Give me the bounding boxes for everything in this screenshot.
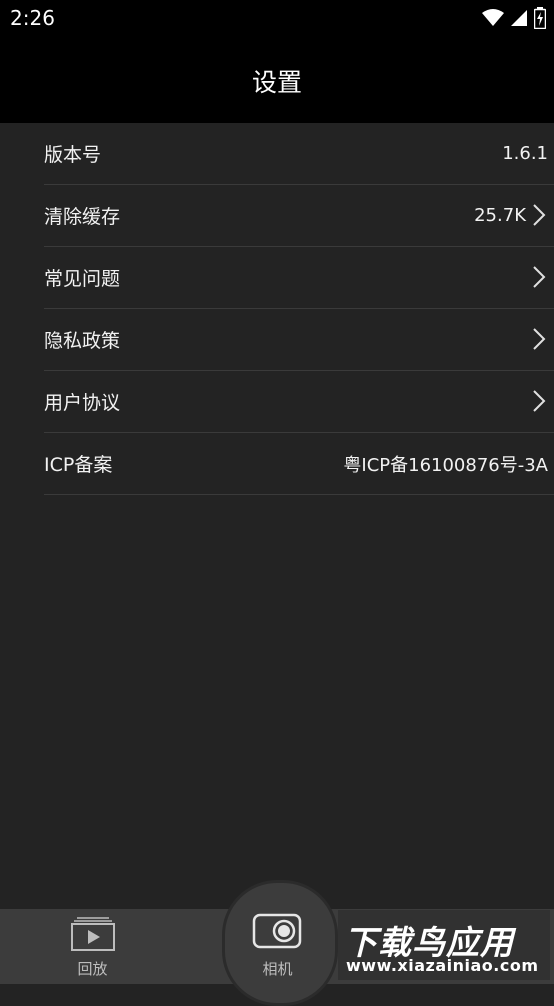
settings-item-value: 25.7K bbox=[474, 205, 526, 226]
camera-icon bbox=[252, 913, 302, 949]
settings-item-privacy-policy[interactable]: 隐私政策 bbox=[44, 309, 554, 371]
status-time: 2:26 bbox=[10, 6, 55, 30]
status-bar: 2:26 bbox=[0, 0, 554, 38]
settings-item-value: 粤ICP备16100876号-3A bbox=[343, 454, 548, 476]
settings-item-label: 常见问题 bbox=[44, 268, 121, 290]
settings-item-label: 隐私政策 bbox=[44, 330, 121, 352]
chevron-right-icon bbox=[533, 328, 546, 350]
page-title: 设置 bbox=[251, 67, 302, 97]
battery-icon bbox=[534, 7, 546, 29]
wifi-icon bbox=[482, 9, 504, 26]
settings-item-user-agreement[interactable]: 用户协议 bbox=[44, 371, 554, 433]
playback-icon bbox=[71, 917, 115, 951]
status-icons bbox=[482, 7, 546, 29]
watermark-url: www.xiazainiao.com bbox=[346, 956, 539, 975]
settings-item-version: 版本号 1.6.1 bbox=[44, 123, 554, 185]
chevron-right-icon bbox=[533, 390, 546, 412]
settings-item-clear-cache[interactable]: 清除缓存 25.7K bbox=[44, 185, 554, 247]
signal-icon bbox=[511, 10, 527, 26]
settings-item-label: 用户协议 bbox=[44, 392, 121, 414]
settings-list: 版本号 1.6.1 清除缓存 25.7K 常见问题 隐私政策 用户协议 ICP备… bbox=[0, 123, 554, 495]
settings-item-value: 1.6.1 bbox=[502, 143, 548, 164]
tab-playback[interactable]: 回放 bbox=[0, 909, 185, 984]
tab-playback-label: 回放 bbox=[77, 960, 108, 978]
chevron-right-icon bbox=[533, 266, 546, 288]
chevron-right-icon bbox=[533, 204, 546, 226]
app-header: 设置 bbox=[0, 38, 554, 123]
settings-item-label: ICP备案 bbox=[44, 454, 113, 476]
settings-item-icp: ICP备案 粤ICP备16100876号-3A bbox=[44, 433, 554, 495]
settings-item-label: 清除缓存 bbox=[44, 206, 121, 228]
watermark-logo: 下载鸟应用 www.xiazainiao.com bbox=[338, 910, 550, 980]
settings-item-label: 版本号 bbox=[44, 144, 102, 166]
settings-item-faq[interactable]: 常见问题 bbox=[44, 247, 554, 309]
